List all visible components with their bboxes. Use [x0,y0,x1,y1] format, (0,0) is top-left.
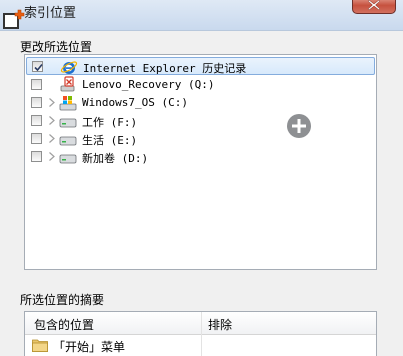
checkmark-icon [34,63,43,72]
summary-label: 所选位置的摘要 [20,293,105,307]
tree-item-label: Internet Explorer 历史记录 [83,62,247,75]
hard-drive-icon [59,118,77,128]
summary-table: 包含的位置 排除 「开始」菜单 [24,311,377,356]
included-location-cell: 「开始」菜单 [53,340,126,354]
tree-item-label: 新加卷 (D:) [82,152,149,165]
expand-arrow-icon[interactable] [48,134,56,143]
checkbox-drive-d[interactable] [31,151,42,162]
checkbox-drive-e[interactable] [31,133,42,144]
checkbox-windows7-os[interactable] [31,97,42,108]
tree-item-label: 生活 (E:) [82,134,138,147]
indexed-locations-window: 索引位置 更改所选位置 Internet Explorer 历史记录 Lenov… [0,0,403,356]
checkbox-internet-explorer[interactable] [32,61,43,72]
tree-item-internet-explorer[interactable]: Internet Explorer 历史记录 [26,57,375,75]
change-locations-label: 更改所选位置 [20,40,93,54]
expand-arrow-icon[interactable] [48,116,56,125]
tree-item-drive-e[interactable]: 生活 (E:) [26,130,375,148]
tree-item-windows7-os[interactable]: Windows7_OS (C:) [26,94,375,112]
tree-item-label: Windows7_OS (C:) [82,96,188,109]
tree-item-label: Lenovo_Recovery (Q:) [82,78,215,91]
tree-item-drive-f[interactable]: 工作 (F:) [26,112,375,130]
expand-arrow-icon[interactable] [48,152,56,161]
add-location-icon [3,9,25,29]
add-cursor-icon [284,111,314,141]
recovery-drive-icon [60,76,75,92]
windows-drive-icon [59,96,77,111]
hard-drive-icon [59,154,77,164]
window-title: 索引位置 [24,6,77,21]
folder-icon [32,339,48,352]
tree-item-lenovo-recovery[interactable]: Lenovo_Recovery (Q:) [26,76,375,94]
tree-item-drive-d[interactable]: 新加卷 (D:) [26,148,375,166]
checkbox-drive-f[interactable] [31,115,42,126]
tree-item-label: 工作 (F:) [82,116,138,129]
close-button[interactable] [352,0,396,14]
checkbox-lenovo-recovery[interactable] [31,79,42,90]
close-icon [368,0,380,10]
locations-tree[interactable]: Internet Explorer 历史记录 Lenovo_Recovery (… [24,54,377,270]
column-header-included[interactable]: 包含的位置 [34,316,94,333]
expand-arrow-icon[interactable] [48,98,56,107]
internet-explorer-icon [60,61,78,74]
table-row[interactable]: 「开始」菜单 [25,336,376,356]
hard-drive-icon [59,136,77,146]
column-header-excluded[interactable]: 排除 [208,316,232,333]
title-bar: 索引位置 [0,0,403,31]
